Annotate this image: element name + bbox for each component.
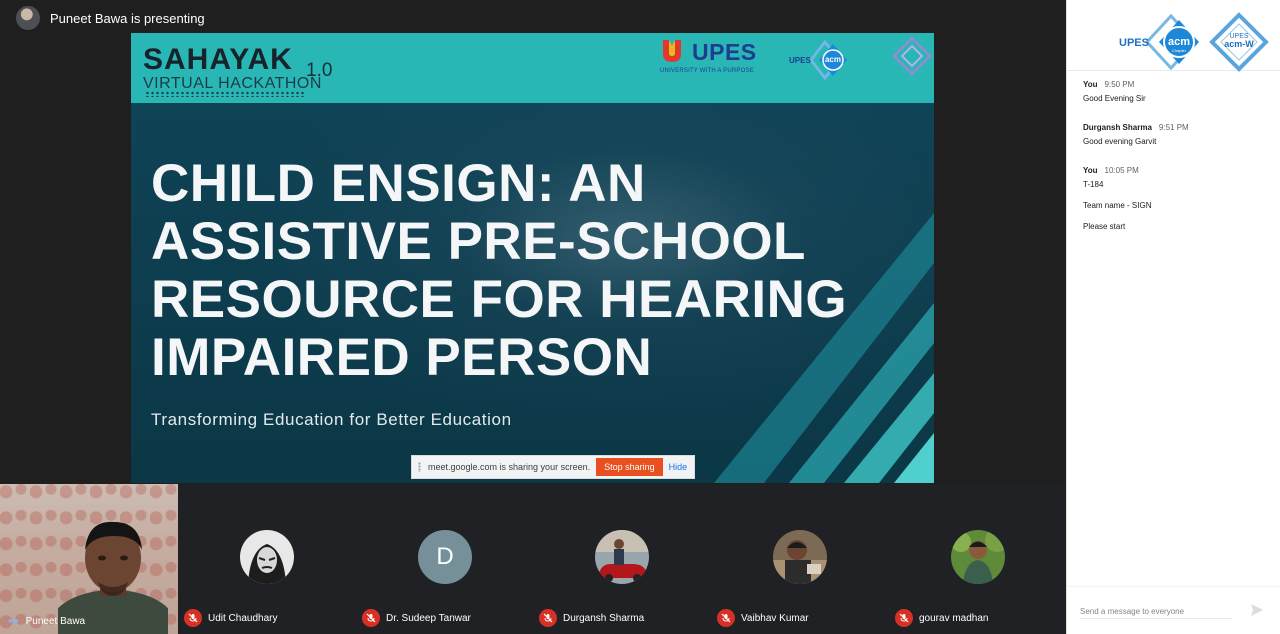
presentation-stage: Puneet Bawa is presenting SAHAYAK 1.0 VI… — [0, 0, 1066, 484]
upes-acm-chapter-logo: UPES acm Chapter — [1119, 13, 1199, 71]
hide-banner-link[interactable]: Hide — [669, 462, 688, 472]
presenter-label: Puneet Bawa is presenting — [50, 10, 205, 26]
participant-name: Dr. Sudeep Tanwar — [386, 612, 471, 624]
screen-share-banner[interactable]: meet.google.com is sharing your screen. … — [411, 455, 695, 479]
participant-name-row: Vaibhav Kumar — [717, 608, 809, 628]
message-sender: You — [1083, 80, 1098, 89]
slide-subtitle: Transforming Education for Better Educat… — [151, 410, 512, 429]
send-icon[interactable] — [1249, 602, 1265, 618]
participant-name-row: Durgansh Sharma — [539, 608, 644, 628]
svg-text:acm: acm — [1168, 36, 1190, 48]
mic-muted-icon — [895, 609, 913, 627]
participant-name: Puneet Bawa — [25, 615, 86, 627]
upes-logo-tagline: UNIVERSITY WITH A PURPOSE — [660, 68, 754, 74]
acm-chapter-logo: UPES acm — [789, 39, 847, 81]
message-time: 9:51 PM — [1158, 123, 1189, 132]
slide-title-line: ASSISTIVE PRE-SCHOOL — [151, 212, 806, 271]
participant-name-row: gourav madhan — [895, 608, 989, 628]
participant-tile[interactable]: Udit Chaudhary — [178, 484, 356, 634]
participant-strip: ••• Puneet Bawa Udit Chaudhary D Dr. Sud… — [0, 484, 1066, 634]
svg-text:acm: acm — [825, 55, 841, 64]
message-text: T-184 — [1083, 180, 1104, 189]
message-text: Team name - SIGN — [1083, 201, 1152, 210]
participant-avatar — [595, 530, 649, 584]
svg-text:Chapter: Chapter — [1172, 48, 1187, 53]
upes-logo: UPES UNIVERSITY WITH A PURPOSE — [660, 37, 765, 77]
participant-avatar — [951, 530, 1005, 584]
participant-tile[interactable]: D Dr. Sudeep Tanwar — [356, 484, 534, 634]
slide-title-line: IMPAIRED PERSON — [151, 328, 653, 387]
participant-avatar — [773, 530, 827, 584]
participant-tile-self[interactable]: ••• Puneet Bawa — [0, 484, 178, 634]
message-sender: Durgansh Sharma — [1083, 123, 1152, 132]
chat-message: You 10:05 PM T-184 Team name - SIGN Plea… — [1083, 166, 1273, 231]
slide-title-line: RESOURCE FOR HEARING — [151, 270, 848, 329]
participant-name-row: Udit Chaudhary — [184, 608, 277, 628]
svg-text:acm-W: acm-W — [1224, 39, 1254, 49]
svg-text:UPES: UPES — [1119, 37, 1149, 49]
chat-message-input[interactable] — [1080, 605, 1232, 619]
slide-header: SAHAYAK 1.0 VIRTUAL HACKATHON UPES UNIVE… — [131, 33, 934, 103]
participant-tile[interactable]: gourav madhan — [889, 484, 1067, 634]
presenter-bar: Puneet Bawa is presenting — [16, 6, 205, 30]
drag-handle-icon[interactable] — [418, 462, 421, 472]
share-banner-text: meet.google.com is sharing your screen. — [428, 462, 591, 472]
message-text: Good Evening Sir — [1083, 94, 1146, 103]
participant-name: Udit Chaudhary — [208, 612, 278, 624]
participant-avatar — [240, 530, 294, 584]
participant-name: Vaibhav Kumar — [741, 612, 809, 624]
chat-message: Durgansh Sharma 9:51 PM Good evening Gar… — [1083, 123, 1273, 146]
masked-person-avatar-icon — [240, 530, 294, 584]
stop-sharing-button[interactable]: Stop sharing — [596, 458, 663, 476]
participant-name-row: Dr. Sudeep Tanwar — [362, 608, 471, 628]
chat-compose-area — [1067, 586, 1280, 634]
message-time: 10:05 PM — [1104, 166, 1139, 175]
chat-message: You 9:50 PM Good Evening Sir — [1083, 80, 1273, 103]
message-time: 9:50 PM — [1104, 80, 1135, 89]
braille-dots-decoration — [145, 91, 305, 97]
slide-title-line: CHILD ENSIGN: AN — [151, 154, 646, 213]
participant-tile[interactable]: Durgansh Sharma — [533, 484, 711, 634]
sahayak-logo-word: SAHAYAK — [143, 43, 293, 76]
svg-text:UPES: UPES — [789, 56, 811, 65]
message-text: Good evening Garvit — [1083, 137, 1157, 146]
upes-logo-text: UPES — [692, 39, 757, 65]
participant-tile[interactable]: Vaibhav Kumar — [711, 484, 889, 634]
chat-panel: UPES acm Chapter UPES acm-W You 9:50 PM … — [1066, 0, 1280, 634]
mic-muted-icon — [184, 609, 202, 627]
person-with-car-avatar-icon — [595, 530, 649, 584]
person-avatar-icon — [773, 530, 827, 584]
upes-mark-icon — [663, 40, 681, 62]
acm-w-logo — [891, 35, 933, 77]
participant-letter-avatar: D — [418, 530, 472, 584]
message-text: Please start — [1083, 222, 1126, 231]
participant-name: gourav madhan — [919, 612, 989, 624]
sahayak-logo: SAHAYAK 1.0 VIRTUAL HACKATHON — [143, 43, 333, 99]
mic-muted-icon — [539, 609, 557, 627]
chat-message-list: You 9:50 PM Good Evening Sir Durgansh Sh… — [1083, 80, 1273, 251]
shared-slide: SAHAYAK 1.0 VIRTUAL HACKATHON UPES UNIVE… — [131, 33, 934, 483]
upes-acm-w-logo: UPES acm-W — [1209, 12, 1269, 72]
slide-title: CHILD ENSIGN: AN ASSISTIVE PRE-SCHOOL RE… — [151, 155, 921, 387]
message-sender: You — [1083, 166, 1098, 175]
participant-name: Durgansh Sharma — [563, 612, 645, 624]
self-name-row: ••• Puneet Bawa — [0, 608, 178, 634]
audio-level-icon: ••• — [8, 614, 19, 628]
mic-muted-icon — [717, 609, 735, 627]
mic-muted-icon — [362, 609, 380, 627]
chat-header: UPES acm Chapter UPES acm-W — [1067, 0, 1280, 72]
person-outdoor-avatar-icon — [951, 530, 1005, 584]
presenter-avatar — [16, 6, 40, 30]
